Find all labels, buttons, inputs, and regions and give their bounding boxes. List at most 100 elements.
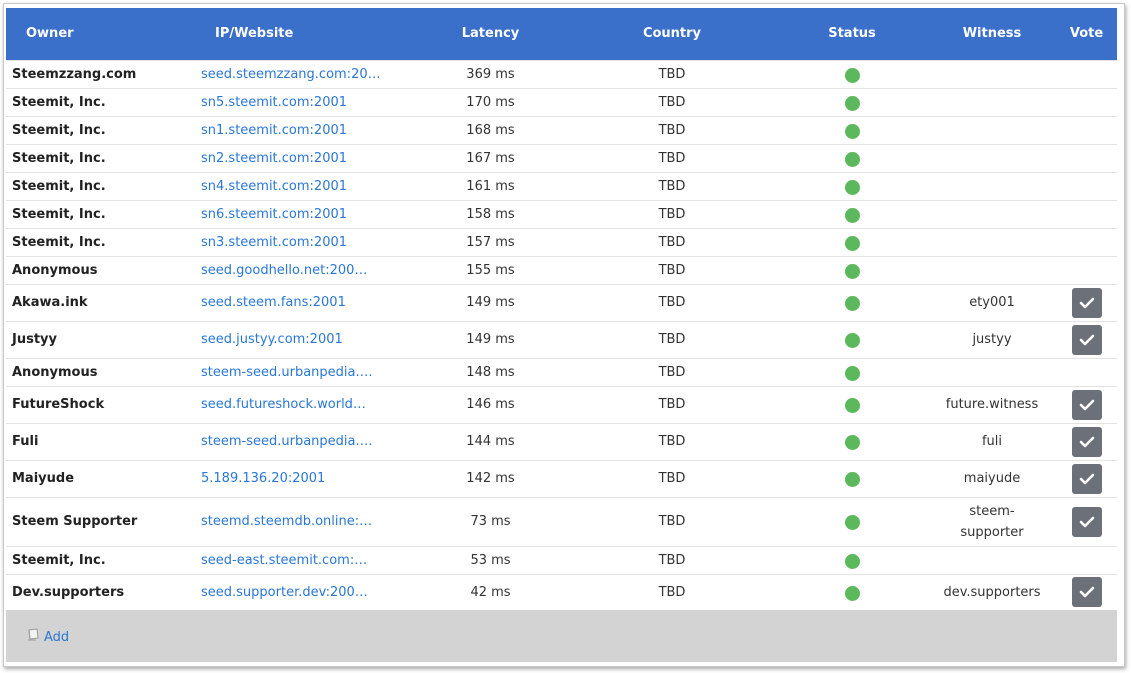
vote-button[interactable]: [1071, 577, 1102, 608]
site-link[interactable]: sn4.steemit.com:2001: [201, 179, 347, 194]
cell-country: TBD: [568, 115, 776, 144]
cell-latency: 170 ms: [413, 87, 568, 116]
site-link[interactable]: steemd.steemdb.online:…: [201, 514, 372, 529]
witness-name: ety001: [969, 295, 1015, 310]
cell-witness: fuli: [928, 422, 1056, 460]
cell-country: TBD: [568, 545, 776, 574]
cell-site: steem-seed.urbanpedia.…: [193, 357, 413, 386]
column-header-witness[interactable]: Witness: [928, 8, 1056, 60]
cell-country: TBD: [568, 255, 776, 284]
site-link[interactable]: sn2.steemit.com:2001: [201, 151, 347, 166]
cell-country: TBD: [568, 171, 776, 200]
cell-vote: [1056, 459, 1117, 497]
cell-vote: [1056, 545, 1117, 574]
cell-country: TBD: [568, 496, 776, 546]
column-header-owner[interactable]: Owner: [6, 8, 193, 60]
cell-vote: [1056, 143, 1117, 172]
site-link[interactable]: steem-seed.urbanpedia.…: [201, 434, 373, 449]
cell-latency: 161 ms: [413, 171, 568, 200]
site-link[interactable]: seed.goodhello.net:200…: [201, 263, 367, 278]
vote-button[interactable]: [1071, 506, 1102, 537]
cell-status: [776, 459, 928, 497]
site-link[interactable]: seed.supporter.dev:200…: [201, 585, 368, 600]
checkmark-icon: [1079, 436, 1094, 447]
table-row: Fuli steem-seed.urbanpedia.… 144 ms TBD fuli: [6, 422, 1117, 460]
cell-country: TBD: [568, 199, 776, 228]
status-online-indicator: [844, 398, 860, 413]
vote-button[interactable]: [1071, 426, 1102, 457]
cell-country: TBD: [568, 87, 776, 116]
cell-owner: Steemzzang.com: [6, 59, 193, 88]
witness-name: maiyude: [963, 471, 1021, 486]
cell-witness: future.witness: [928, 385, 1056, 423]
cell-vote: [1056, 59, 1117, 88]
cell-vote: [1056, 199, 1117, 228]
vote-button[interactable]: [1071, 389, 1102, 420]
site-link[interactable]: sn5.steemit.com:2001: [201, 95, 347, 110]
column-header-latency[interactable]: Latency: [413, 8, 568, 60]
site-link[interactable]: 5.189.136.20:2001: [201, 471, 325, 486]
table-row: FutureShock seed.futureshock.world… 146 ms…: [6, 385, 1117, 423]
witness-name: future.witness: [945, 397, 1039, 412]
cell-status: [776, 199, 928, 228]
cell-latency: 73 ms: [413, 496, 568, 546]
cell-status: [776, 171, 928, 200]
add-node-label[interactable]: Add: [44, 630, 69, 645]
table-row: Akawa.ink seed.steem.fans:2001 149 ms TBD et…: [6, 283, 1117, 321]
column-header-site[interactable]: IP/Website: [193, 8, 413, 60]
cell-site: seed-east.steemit.com:…: [193, 545, 413, 574]
cell-status: [776, 59, 928, 88]
status-online-indicator: [844, 333, 860, 348]
cell-witness: [928, 227, 1056, 256]
cell-owner: Anonymous: [6, 357, 193, 386]
cell-status: [776, 283, 928, 321]
cell-latency: 157 ms: [413, 227, 568, 256]
cell-site: steemd.steemdb.online:…: [193, 496, 413, 546]
site-link[interactable]: steem-seed.urbanpedia.…: [201, 365, 373, 380]
site-link[interactable]: seed-east.steemit.com:…: [201, 553, 367, 568]
site-link[interactable]: sn6.steemit.com:2001: [201, 207, 347, 222]
cell-country: TBD: [568, 357, 776, 386]
column-header-country[interactable]: Country: [568, 8, 776, 60]
cell-witness: [928, 59, 1056, 88]
cell-latency: 149 ms: [413, 283, 568, 321]
site-link[interactable]: sn3.steemit.com:2001: [201, 235, 347, 250]
cell-vote: [1056, 255, 1117, 284]
vote-button[interactable]: [1071, 463, 1102, 494]
cell-latency: 42 ms: [413, 573, 568, 610]
status-online-indicator: [844, 515, 860, 530]
cell-witness: [928, 199, 1056, 228]
table-row: Steem Supporter steemd.steemdb.online:… 73…: [6, 496, 1117, 546]
cell-owner: Justyy: [6, 320, 193, 358]
cell-latency: 146 ms: [413, 385, 568, 423]
checkmark-icon: [1079, 516, 1094, 527]
cell-site: seed.supporter.dev:200…: [193, 573, 413, 610]
vote-button[interactable]: [1071, 287, 1102, 318]
status-online-indicator: [844, 585, 860, 601]
checkmark-icon: [1079, 586, 1094, 598]
cell-owner: Dev.supporters: [6, 573, 193, 610]
site-link[interactable]: seed.justyy.com:2001: [201, 332, 343, 347]
cell-site: sn4.steemit.com:2001: [193, 171, 413, 200]
vote-button[interactable]: [1071, 324, 1102, 355]
site-link[interactable]: seed.steem.fans:2001: [201, 295, 346, 310]
cell-status: [776, 573, 928, 610]
cell-country: TBD: [568, 573, 776, 610]
cell-vote: [1056, 115, 1117, 144]
cell-site: sn2.steemit.com:2001: [193, 143, 413, 172]
cell-status: [776, 255, 928, 284]
table-row: Steemit, Inc. sn1.steemit.com:2001 168 ms T…: [6, 115, 1117, 144]
witness-name-line-2: supporter: [960, 524, 1024, 540]
column-header-status[interactable]: Status: [776, 8, 928, 60]
cell-witness: [928, 545, 1056, 574]
table-row: Steemit, Inc. sn2.steemit.com:2001 167 ms T…: [6, 143, 1117, 172]
site-link[interactable]: sn1.steemit.com:2001: [201, 123, 347, 138]
cell-site: 5.189.136.20:2001: [193, 459, 413, 497]
site-link[interactable]: seed.futureshock.world…: [201, 397, 366, 412]
cell-country: TBD: [568, 422, 776, 460]
cell-owner: Fuli: [6, 422, 193, 460]
site-link[interactable]: seed.steemzzang.com:20…: [201, 67, 381, 82]
column-header-vote[interactable]: Vote: [1056, 8, 1117, 60]
add-node-link[interactable]: Add: [26, 628, 69, 646]
cell-site: sn1.steemit.com:2001: [193, 115, 413, 144]
